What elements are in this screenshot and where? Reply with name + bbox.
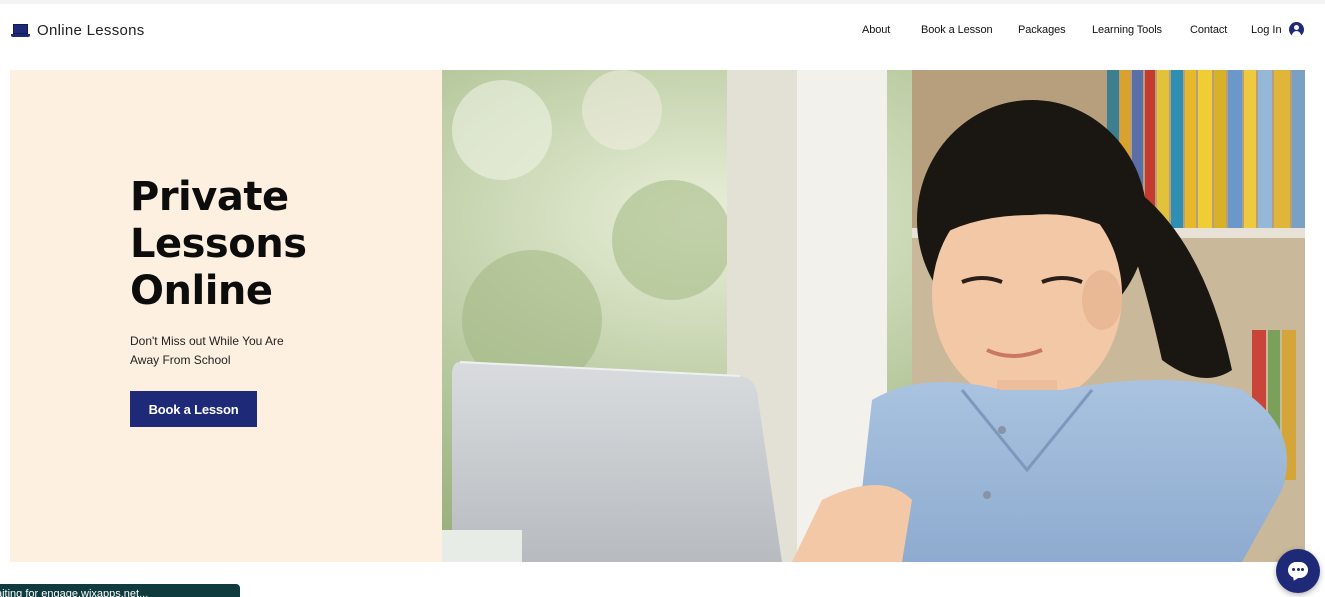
hero-text-panel: Private Lessons Online Don't Miss out Wh… [10,70,442,562]
book-a-lesson-button[interactable]: Book a Lesson [130,391,257,427]
hero-subtitle: Don't Miss out While You Are Away From S… [130,334,284,367]
nav-about[interactable]: About [862,24,890,36]
user-avatar-icon [1288,22,1304,37]
nav-book-a-lesson[interactable]: Book a Lesson [921,24,993,36]
browser-status-bar: aiting for engage.wixapps.net... [0,584,240,597]
login-label: Log In [1251,23,1282,36]
nav-packages[interactable]: Packages [1018,24,1066,36]
hero-image [442,70,1305,562]
nav-contact[interactable]: Contact [1190,24,1227,36]
site-header: Online Lessons About Book a Lesson Packa… [0,4,1325,62]
nav-learning-tools[interactable]: Learning Tools [1092,24,1162,36]
main-nav: About Book a Lesson Packages Learning To… [0,24,1325,44]
chat-bubble-icon[interactable] [1276,549,1320,593]
status-text: aiting for engage.wixapps.net... [0,588,149,597]
hero-title: Private Lessons Online [130,174,307,314]
login-button[interactable]: Log In [1251,22,1304,37]
